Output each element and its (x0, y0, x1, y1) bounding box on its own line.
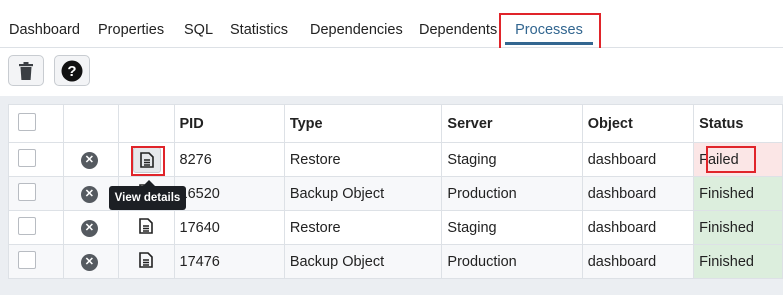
object-cell: dashboard (581, 244, 695, 279)
row-checkbox[interactable] (18, 216, 36, 235)
view-details-button[interactable] (139, 251, 153, 272)
row-checkbox[interactable] (18, 250, 36, 269)
view-details-button[interactable] (133, 146, 162, 173)
server-cell: Production (441, 244, 583, 279)
stop-process-icon[interactable]: ✕ (80, 219, 98, 237)
tab-properties[interactable]: Properties (98, 14, 164, 47)
details-cell[interactable] (118, 210, 175, 245)
trash-icon (19, 61, 33, 80)
pid-cell: 17640 (173, 210, 285, 245)
row-select-cell[interactable] (8, 244, 64, 279)
table-row[interactable]: ✕ 17476 Backup Object Production dashboa… (8, 244, 783, 279)
delete-button[interactable] (8, 55, 44, 86)
row-select-cell[interactable] (8, 142, 64, 177)
object-cell: dashboard (581, 142, 695, 177)
tab-dependencies[interactable]: Dependencies (310, 14, 403, 47)
tab-dependents[interactable]: Dependents (419, 14, 497, 47)
tab-processes[interactable]: Processes (505, 14, 593, 47)
type-cell: Restore (283, 210, 443, 245)
type-header[interactable]: Type (283, 104, 443, 143)
object-cell: dashboard (581, 176, 695, 211)
document-icon (139, 217, 153, 234)
document-icon (140, 151, 154, 168)
type-cell: Restore (283, 142, 443, 177)
tab-sql[interactable]: SQL (184, 14, 213, 47)
stop-process-icon[interactable]: ✕ (80, 253, 98, 271)
svg-text:?: ? (67, 63, 76, 80)
object-header[interactable]: Object (581, 104, 695, 143)
status-cell: Failed (693, 142, 783, 177)
view-details-button[interactable] (139, 217, 153, 238)
pid-header[interactable]: PID (173, 104, 285, 143)
row-checkbox[interactable] (18, 182, 36, 201)
tab-dashboard[interactable]: Dashboard (9, 14, 80, 47)
server-header[interactable]: Server (441, 104, 583, 143)
type-cell: Backup Object (283, 176, 443, 211)
server-cell: Production (441, 176, 583, 211)
object-cell: dashboard (581, 210, 695, 245)
details-column-header (118, 104, 175, 143)
toolbar: ? (0, 48, 783, 96)
stop-cell[interactable]: ✕ (62, 244, 120, 279)
stop-cell[interactable]: ✕ (62, 210, 120, 245)
table-header-row: PID Type Server Object Status (8, 104, 783, 143)
status-cell: Finished (693, 176, 783, 211)
select-all-header[interactable] (8, 104, 64, 143)
server-cell: Staging (441, 142, 583, 177)
row-select-cell[interactable] (8, 176, 64, 211)
table-row[interactable]: ✕ 17640 Restore Staging dashboard Finish… (8, 210, 783, 245)
server-cell: Staging (441, 210, 583, 245)
stop-process-icon[interactable]: ✕ (80, 185, 98, 203)
details-cell[interactable] (118, 142, 175, 177)
select-all-checkbox[interactable] (18, 112, 36, 131)
type-cell: Backup Object (283, 244, 443, 279)
tab-processes-label: Processes (515, 22, 583, 38)
details-cell[interactable] (118, 244, 175, 279)
row-checkbox[interactable] (18, 148, 36, 167)
top-strip (0, 0, 783, 15)
stop-process-icon[interactable]: ✕ (80, 151, 98, 169)
pid-cell: 16520 (173, 176, 285, 211)
pid-cell: 8276 (173, 142, 285, 177)
row-select-cell[interactable] (8, 210, 64, 245)
status-cell: Finished (693, 210, 783, 245)
question-circle-icon: ? (61, 60, 83, 81)
active-tab-indicator (505, 42, 593, 45)
status-cell: Finished (693, 244, 783, 279)
pid-cell: 17476 (173, 244, 285, 279)
view-details-tooltip: View details (109, 180, 186, 210)
table-row[interactable]: ✕ 8276 Restore Staging dashboard Failed (8, 142, 783, 177)
help-button[interactable]: ? (54, 55, 90, 86)
tab-statistics[interactable]: Statistics (230, 14, 288, 47)
stop-cell[interactable]: ✕ (62, 142, 120, 177)
tab-bar: Dashboard Properties SQL Statistics Depe… (0, 14, 783, 48)
document-icon (139, 251, 153, 268)
status-header[interactable]: Status (693, 104, 783, 143)
stop-column-header (62, 104, 120, 143)
